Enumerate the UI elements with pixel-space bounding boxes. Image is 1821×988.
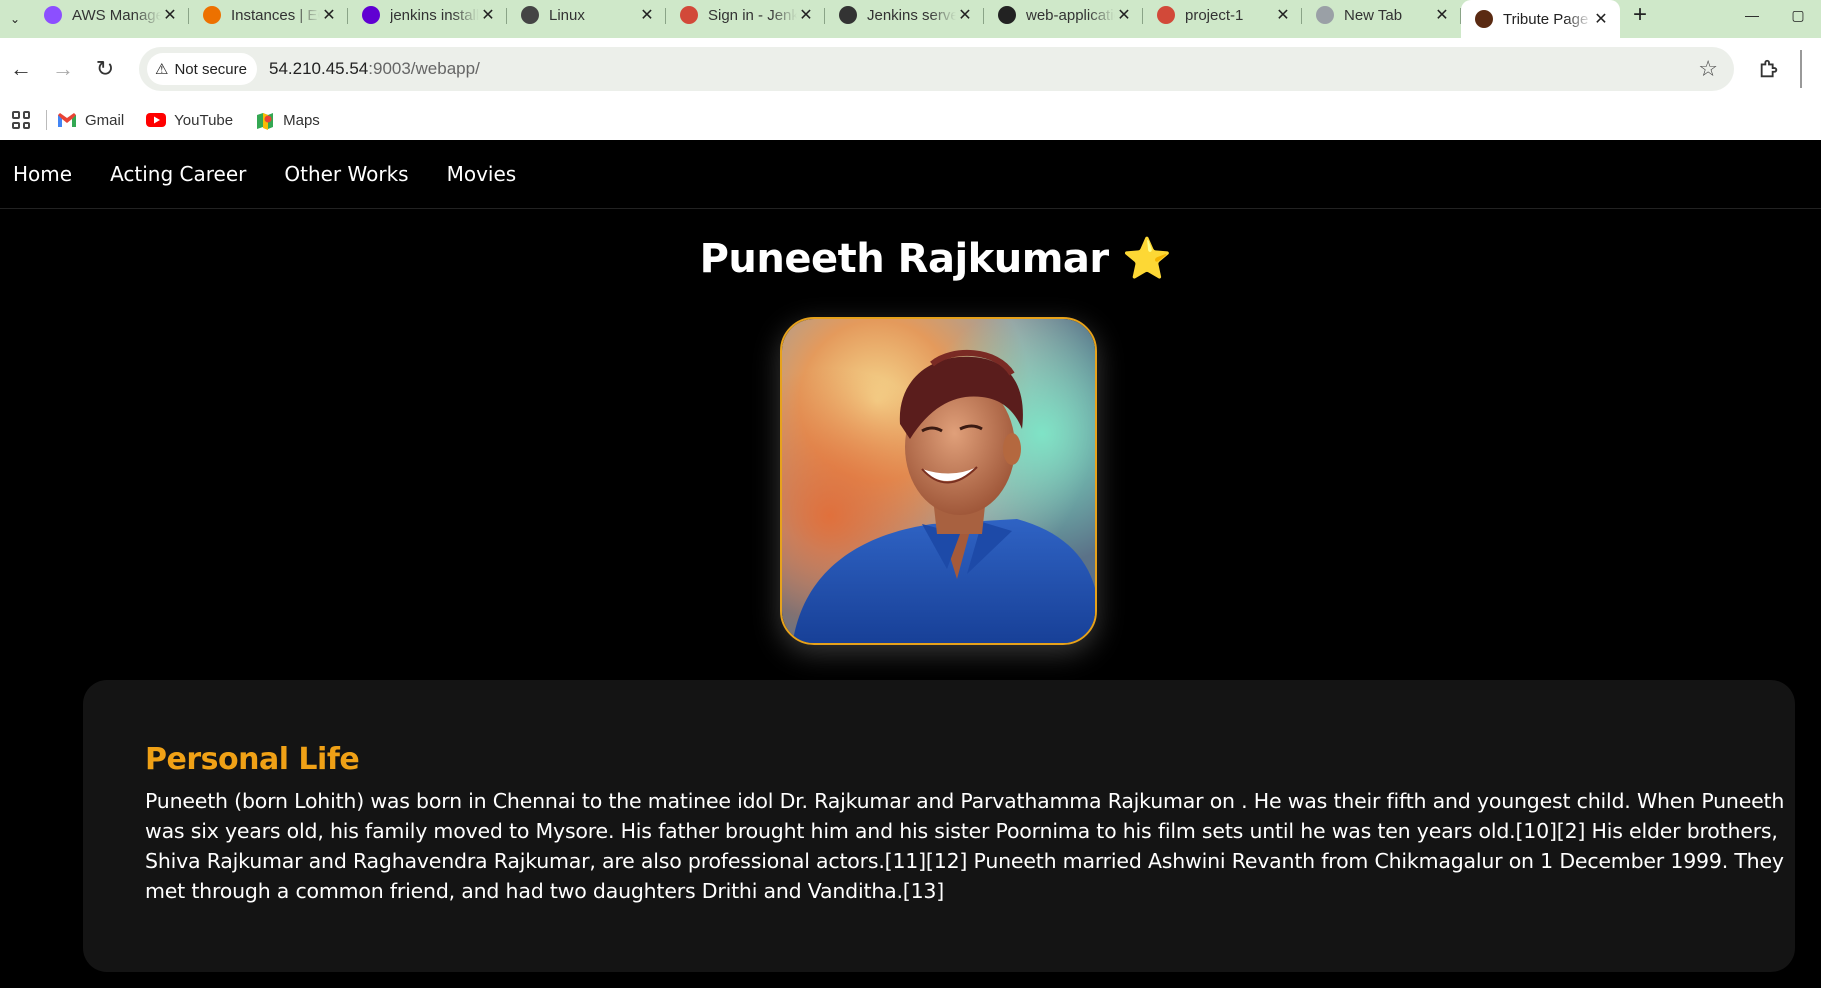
forward-arrow-icon[interactable]: → bbox=[42, 48, 84, 90]
bookmark-gmail[interactable]: Gmail bbox=[57, 112, 124, 129]
back-arrow-icon[interactable]: ← bbox=[0, 48, 42, 90]
close-icon[interactable]: ✕ bbox=[956, 5, 974, 25]
close-icon[interactable]: ✕ bbox=[638, 5, 656, 25]
tab-7[interactable]: project-1 ✕ bbox=[1143, 0, 1302, 30]
yahoo-icon bbox=[362, 6, 380, 24]
url-text[interactable]: 54.210.45.54:9003/webapp/ bbox=[269, 59, 480, 79]
bookmark-youtube[interactable]: YouTube bbox=[146, 112, 233, 129]
tab-title: AWS Management Console bbox=[72, 6, 161, 24]
nav-link-movies[interactable]: Movies bbox=[447, 162, 517, 186]
tab-title: web-application bbox=[1026, 6, 1115, 24]
close-icon[interactable]: ✕ bbox=[1274, 5, 1292, 25]
page-title: Puneeth Rajkumar ⭐ bbox=[699, 236, 1172, 282]
close-icon[interactable]: ✕ bbox=[797, 5, 815, 25]
personal-life-card: Personal Life Puneeth (born Lohith) was … bbox=[83, 680, 1795, 972]
tab-title: Linux bbox=[549, 6, 585, 24]
tab-0[interactable]: AWS Management Console✕ bbox=[30, 0, 189, 30]
tab-8[interactable]: New Tab ✕ bbox=[1302, 0, 1461, 30]
tab-title: Sign in - Jenkins bbox=[708, 6, 797, 24]
aws-cube-icon bbox=[44, 6, 62, 24]
browser-toolbar: ← → ↻ ⚠ Not secure 54.210.45.54:9003/web… bbox=[0, 38, 1821, 100]
site-navbar: Home Acting Career Other Works Movies bbox=[0, 140, 1821, 209]
apps-grid-icon[interactable] bbox=[0, 111, 42, 129]
maximize-icon[interactable]: ▢ bbox=[1775, 7, 1821, 24]
portrait-icon bbox=[1475, 10, 1493, 28]
tab-title: project-1 bbox=[1185, 6, 1244, 24]
tab-9[interactable]: Tribute Page ✕ bbox=[1461, 0, 1620, 38]
close-icon[interactable]: ✕ bbox=[320, 5, 338, 25]
security-chip[interactable]: ⚠ Not secure bbox=[147, 53, 257, 85]
nav-link-home[interactable]: Home bbox=[13, 162, 72, 186]
globe-icon bbox=[1316, 6, 1334, 24]
tab-title: Instances | EC2 bbox=[231, 6, 320, 24]
youtube-icon bbox=[146, 112, 167, 128]
bookmark-maps[interactable]: Maps bbox=[255, 112, 320, 130]
tab-title: New Tab bbox=[1344, 6, 1403, 24]
bookmarks-divider bbox=[46, 110, 47, 130]
new-tab-button[interactable]: + bbox=[1620, 0, 1660, 30]
ec2-icon bbox=[203, 6, 221, 24]
tab-1[interactable]: Instances | EC2✕ bbox=[189, 0, 348, 30]
tab-title: Tribute Page bbox=[1503, 10, 1589, 28]
tab-2[interactable]: jenkins installation✕ bbox=[348, 0, 507, 30]
maps-icon bbox=[255, 112, 275, 130]
linux-tux-icon bbox=[521, 6, 539, 24]
portrait-image bbox=[780, 317, 1097, 645]
minimize-icon[interactable]: — bbox=[1729, 7, 1775, 23]
security-label: Not secure bbox=[174, 60, 247, 78]
extensions-puzzle-icon[interactable] bbox=[1752, 52, 1786, 86]
tab-strip: ⌄ AWS Management Console✕Instances | EC2… bbox=[0, 0, 1821, 38]
tab-4[interactable]: Sign in - Jenkins✕ bbox=[666, 0, 825, 30]
bookmarks-bar: Gmail YouTube Maps bbox=[0, 100, 1821, 140]
tab-6[interactable]: web-application✕ bbox=[984, 0, 1143, 30]
nav-link-other-works[interactable]: Other Works bbox=[284, 162, 408, 186]
tab-title: Jenkins server bbox=[867, 6, 956, 24]
jenkins-icon bbox=[1157, 6, 1175, 24]
reload-icon[interactable]: ↻ bbox=[84, 48, 126, 90]
section-paragraph: Puneeth (born Lohith) was born in Chenna… bbox=[145, 789, 1785, 903]
address-bar[interactable]: ⚠ Not secure 54.210.45.54:9003/webapp/ ☆ bbox=[139, 47, 1734, 91]
github-icon bbox=[998, 6, 1016, 24]
bookmark-star-icon[interactable]: ☆ bbox=[1698, 57, 1718, 82]
gmail-icon bbox=[57, 112, 77, 128]
nav-link-acting-career[interactable]: Acting Career bbox=[110, 162, 246, 186]
section-heading: Personal Life bbox=[145, 742, 360, 777]
tab-5[interactable]: Jenkins server ✕ bbox=[825, 0, 984, 30]
warning-icon: ⚠ bbox=[155, 61, 169, 78]
page-content: Home Acting Career Other Works Movies Pu… bbox=[0, 140, 1821, 988]
close-icon[interactable]: ✕ bbox=[161, 5, 179, 25]
tab-search-icon[interactable]: ⌄ bbox=[0, 0, 30, 38]
chatgpt-icon bbox=[839, 6, 857, 24]
star-icon: ⭐ bbox=[1122, 236, 1172, 282]
window-controls: — ▢ bbox=[1729, 0, 1821, 30]
close-icon[interactable]: ✕ bbox=[1115, 5, 1133, 25]
close-icon[interactable]: ✕ bbox=[479, 5, 497, 25]
close-icon[interactable]: ✕ bbox=[1592, 9, 1610, 29]
jenkins-icon bbox=[680, 6, 698, 24]
tab-title: jenkins installation bbox=[390, 6, 479, 24]
close-icon[interactable]: ✕ bbox=[1433, 5, 1451, 25]
tab-3[interactable]: Linux ✕ bbox=[507, 0, 666, 30]
profile-edge[interactable] bbox=[1800, 50, 1810, 88]
